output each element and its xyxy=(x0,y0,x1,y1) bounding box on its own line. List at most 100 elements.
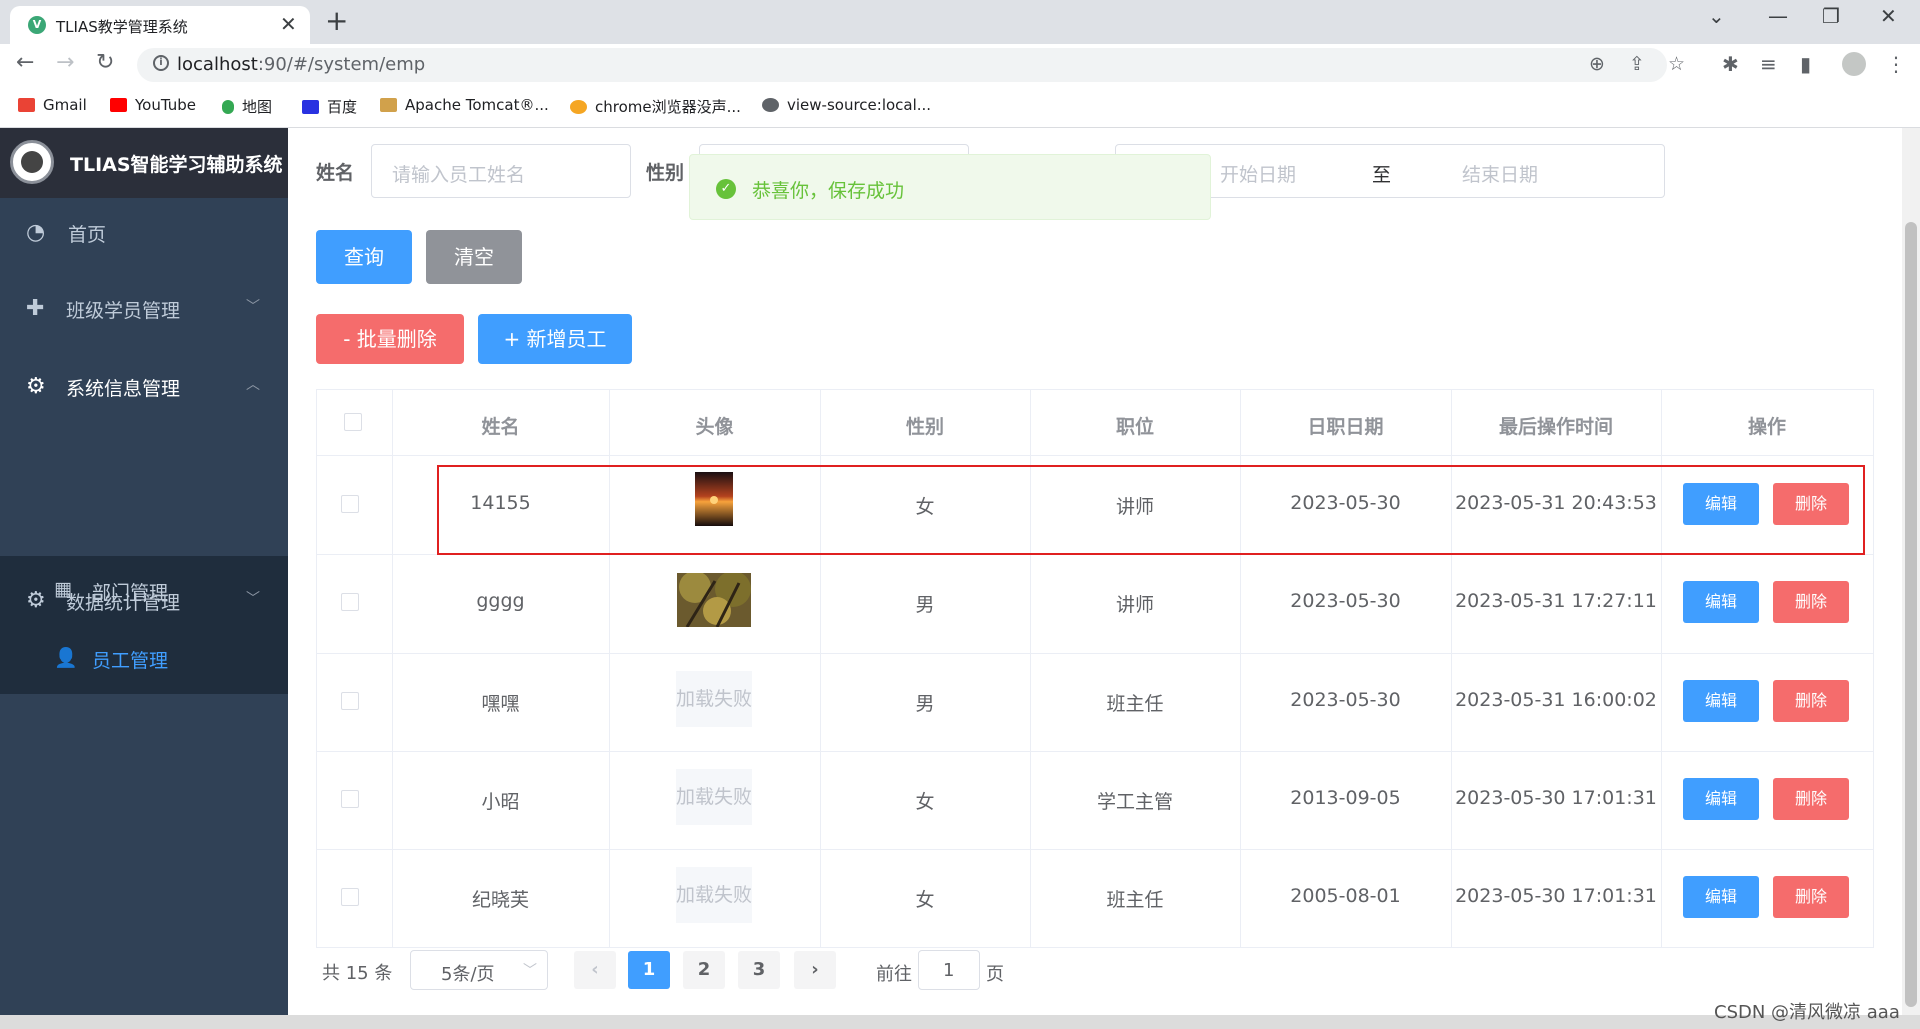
page-button-2[interactable]: 2 xyxy=(683,951,725,989)
baidu-icon xyxy=(302,100,319,114)
profile-avatar-icon[interactable] xyxy=(1842,52,1866,76)
zoom-icon[interactable]: ⊕ xyxy=(1589,53,1605,75)
pagination-total: 共 15 条 xyxy=(322,963,393,984)
sidebar: TLIAS智能学习辅助系统 ◔ 首页 ✚ 班级学员管理 ﹀ ⚙ 系统信息管理 ︿… xyxy=(0,128,288,1029)
page-size-select[interactable]: 5条/页 ﹀ xyxy=(410,950,548,990)
goto-page-input[interactable]: 1 xyxy=(918,950,980,990)
query-button[interactable]: 查询 xyxy=(316,230,412,284)
browser-tab[interactable]: V TLIAS教学管理系统 ✕ xyxy=(10,6,310,44)
delete-button[interactable]: 删除 xyxy=(1773,876,1849,918)
delete-button[interactable]: 删除 xyxy=(1773,680,1849,722)
more-menu-icon[interactable]: ⋮ xyxy=(1886,52,1906,76)
avatar-load-failed: 加载失败 xyxy=(676,769,752,825)
share-icon[interactable]: ⇪ xyxy=(1629,53,1645,75)
side-panel-icon[interactable]: ▮ xyxy=(1800,52,1811,76)
bookmarks-bar: Gmail YouTube 地图 百度 Apache Tomcat®... ch… xyxy=(0,86,1920,128)
close-tab-icon[interactable]: ✕ xyxy=(280,12,297,36)
success-toast: ✓ 恭喜你，保存成功 xyxy=(689,154,1211,220)
sidebar-item-system-info[interactable]: ⚙ 系统信息管理 ︿ xyxy=(0,374,288,424)
gender-filter-label: 性别 xyxy=(646,162,685,184)
dashboard-icon: ◔ xyxy=(26,220,46,245)
tomcat-icon xyxy=(380,98,397,112)
bookmark-tomcat[interactable]: Apache Tomcat®... xyxy=(380,96,549,114)
bookmark-maps[interactable]: 地图 xyxy=(222,96,272,117)
name-placeholder: 请输入员工姓名 xyxy=(392,164,526,186)
add-employee-button[interactable]: + 新增员工 xyxy=(478,314,632,364)
clear-button[interactable]: 清空 xyxy=(426,230,522,284)
header-job: 职位 xyxy=(1115,416,1154,438)
minimize-icon[interactable]: — xyxy=(1768,4,1788,28)
reading-list-icon[interactable]: ≡ xyxy=(1760,52,1777,76)
bookmark-gmail[interactable]: Gmail xyxy=(18,96,87,114)
close-window-icon[interactable]: ✕ xyxy=(1880,4,1897,28)
check-circle-icon: ✓ xyxy=(716,179,736,199)
cell-job: 讲师 xyxy=(1115,496,1154,518)
select-all-checkbox[interactable] xyxy=(344,413,362,431)
sidebar-item-home[interactable]: ◔ 首页 xyxy=(0,220,288,270)
row-checkbox[interactable] xyxy=(341,790,359,808)
user-icon: 👤 xyxy=(54,647,78,669)
header-update-time: 最后操作时间 xyxy=(1498,416,1613,438)
sidebar-item-employee[interactable]: 👤 员工管理 xyxy=(0,646,288,682)
row-checkbox[interactable] xyxy=(341,593,359,611)
edit-button[interactable]: 编辑 xyxy=(1683,483,1759,525)
edit-button[interactable]: 编辑 xyxy=(1683,581,1759,623)
csdn-watermark: CSDN @清风微凉 aaa xyxy=(1714,1002,1900,1023)
header-name: 姓名 xyxy=(481,416,520,438)
browser-tab-strip: V TLIAS教学管理系统 ✕ + ⌄ — ❐ ✕ xyxy=(0,0,1920,44)
gmail-icon xyxy=(18,98,35,112)
delete-button[interactable]: 删除 xyxy=(1773,581,1849,623)
page-size-value: 5条/页 xyxy=(441,964,495,985)
page-button-3[interactable]: 3 xyxy=(738,951,780,989)
page-scrollbar[interactable] xyxy=(1902,128,1920,1015)
sidebar-item-label: 数据统计管理 xyxy=(66,592,181,614)
sidebar-item-statistics[interactable]: ⚙ 数据统计管理 ﹀ xyxy=(0,588,288,638)
forward-icon[interactable]: → xyxy=(56,50,74,75)
globe-icon xyxy=(762,98,779,112)
page-button-1[interactable]: 1 xyxy=(628,951,670,989)
edit-button[interactable]: 编辑 xyxy=(1683,778,1759,820)
cell-entry-date: 2005-08-01 xyxy=(1290,885,1401,907)
bookmark-chrome-sound[interactable]: chrome浏览器没声... xyxy=(570,96,741,117)
bookmark-youtube[interactable]: YouTube xyxy=(110,96,196,114)
tab-search-icon[interactable]: ⌄ xyxy=(1708,4,1725,28)
prev-page-icon[interactable]: ‹ xyxy=(574,951,616,989)
bookmark-view-source[interactable]: view-source:local... xyxy=(762,96,931,114)
cell-entry-date: 2013-09-05 xyxy=(1290,787,1401,809)
extensions-icon[interactable]: ✱ xyxy=(1722,52,1739,76)
delete-button[interactable]: 删除 xyxy=(1773,483,1849,525)
scrollbar-thumb[interactable] xyxy=(1905,222,1917,1007)
cell-update-time: 2023-05-30 17:01:31 xyxy=(1455,885,1657,907)
edit-button[interactable]: 编辑 xyxy=(1683,876,1759,918)
bookmark-star-icon[interactable]: ☆ xyxy=(1668,53,1685,75)
bookmark-baidu[interactable]: 百度 xyxy=(302,96,357,117)
batch-delete-button[interactable]: - 批量删除 xyxy=(316,314,464,364)
edit-button[interactable]: 编辑 xyxy=(1683,680,1759,722)
restore-icon[interactable]: ❐ xyxy=(1822,4,1840,28)
url-input[interactable]: i localhost:90/#/system/emp ⊕ ⇪ ☆ xyxy=(137,48,1685,82)
name-search-input[interactable]: 请输入员工姓名 xyxy=(371,144,631,198)
delete-button[interactable]: 删除 xyxy=(1773,778,1849,820)
tab-title: TLIAS教学管理系统 xyxy=(56,18,188,36)
cell-name: 纪晓芙 xyxy=(471,889,529,911)
employee-table: 姓名 头像 性别 职位 日职日期 最后操作时间 操作 14155 女 讲师 20… xyxy=(316,389,1874,948)
start-date-placeholder: 开始日期 xyxy=(1220,164,1297,186)
back-icon[interactable]: ← xyxy=(16,50,34,75)
cell-update-time: 2023-05-31 20:43:53 xyxy=(1455,492,1657,514)
site-info-icon[interactable]: i xyxy=(153,55,169,71)
sidebar-item-class-students[interactable]: ✚ 班级学员管理 ﹀ xyxy=(0,296,288,346)
goto-page-value: 1 xyxy=(943,960,955,981)
new-tab-icon[interactable]: + xyxy=(325,4,348,37)
row-checkbox[interactable] xyxy=(341,495,359,513)
reload-icon[interactable]: ↻ xyxy=(96,50,114,75)
next-page-icon[interactable]: › xyxy=(794,951,836,989)
chevron-up-icon: ︿ xyxy=(246,377,260,393)
row-checkbox[interactable] xyxy=(341,888,359,906)
logo-row: TLIAS智能学习辅助系统 xyxy=(0,128,288,198)
logo-icon xyxy=(10,140,54,184)
toast-message: 恭喜你，保存成功 xyxy=(752,180,905,202)
gear-icon: ⚙ xyxy=(26,588,46,613)
row-checkbox[interactable] xyxy=(341,692,359,710)
chrome-sound-icon xyxy=(570,100,587,114)
cell-gender: 女 xyxy=(915,791,935,813)
